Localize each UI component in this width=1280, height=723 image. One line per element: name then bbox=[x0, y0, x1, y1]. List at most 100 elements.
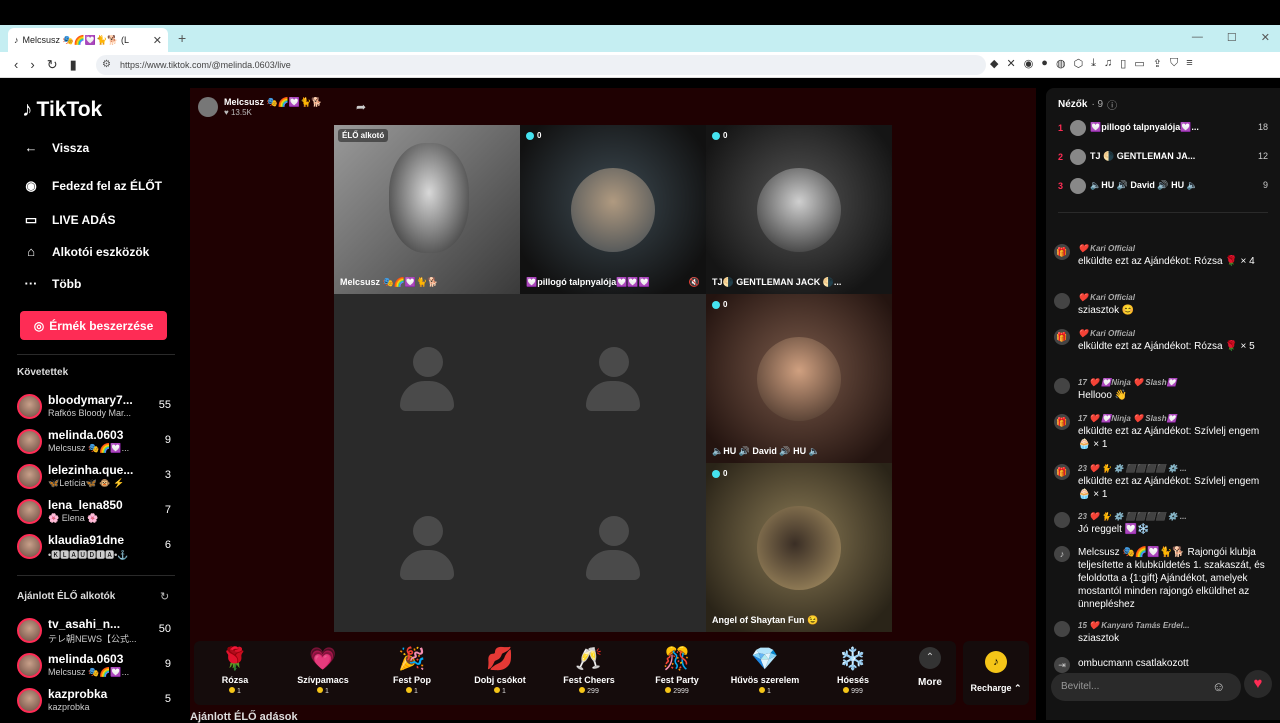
tiktok-logo[interactable]: ♪ TikTok bbox=[22, 98, 102, 122]
gift-item[interactable]: 💎 Hűvös szerelem 1 bbox=[724, 645, 806, 701]
tiktok-coin-icon: ♪ bbox=[985, 651, 1007, 673]
guest-video-cell[interactable]: 0 💟pillogó talpnyalója💟💟💟 🔇 bbox=[520, 125, 706, 294]
share-arrow-icon[interactable]: ➦ bbox=[356, 100, 366, 114]
message-user: 23 ❤️ 🐈 ⚙️ ⬛⬛⬛⬛ ⚙️ ... bbox=[1078, 464, 1187, 473]
site-settings-icon[interactable]: ⚙ bbox=[102, 59, 111, 70]
gift-item[interactable]: 🌹 Rózsa 1 bbox=[194, 645, 276, 701]
extension-icon[interactable]: ◆ bbox=[990, 57, 998, 70]
following-user[interactable]: klaudia91dne •🅺🅻🅰🆄🅳🅸🅰•⚓ 6 bbox=[17, 531, 177, 563]
empty-seat[interactable] bbox=[520, 294, 706, 463]
url-field[interactable]: ⚙ https://www.tiktok.com/@melinda.0603/l… bbox=[96, 55, 986, 75]
back-icon[interactable]: ‹ bbox=[14, 57, 18, 73]
more-label: Több bbox=[52, 276, 82, 291]
top-viewer-row[interactable]: 3 🔈HU 🔊 David 🔊 HU 🔈 9 bbox=[1058, 176, 1272, 198]
recharge-label: Recharge ⌃ bbox=[970, 683, 1022, 693]
browser-tab[interactable]: ♪ Melcsusz 🎭🌈💟🐈🐕 (L ✕ bbox=[8, 28, 168, 52]
user-name: lelezinha.que... bbox=[48, 463, 134, 477]
guest-name: 🔈HU 🔊 David 🔊 HU 🔈 bbox=[712, 446, 820, 456]
following-user[interactable]: lelezinha.que... 🦋Letícia🦋 🐵 ⚡ 3 bbox=[17, 461, 177, 493]
host-info[interactable]: Melcsusz 🎭🌈💟🐈🐕 ♥ 13.5K bbox=[198, 97, 323, 117]
recommended-title: Ajánlott ÉLŐ alkotók bbox=[17, 591, 116, 602]
logo-text: TikTok bbox=[36, 98, 103, 121]
top-viewer-row[interactable]: 1 💟pillogó talpnyalója💟... 18 bbox=[1058, 118, 1272, 140]
menu-icon[interactable]: ≡ bbox=[1186, 57, 1192, 70]
guest-avatar bbox=[571, 167, 655, 252]
chat-input-placeholder: Bevitel... bbox=[1061, 681, 1100, 692]
gift-item[interactable]: ❄️ Hóesés 999 bbox=[812, 645, 894, 701]
gift-item[interactable]: 🥂 Fest Cheers 299 bbox=[548, 645, 630, 701]
close-tab-icon[interactable]: ✕ bbox=[153, 34, 162, 47]
host-video-cell[interactable]: ÉLŐ alkotó Melcsusz 🎭🌈💟🐈🐕 bbox=[334, 125, 520, 294]
info-icon[interactable]: ⓘ bbox=[1107, 97, 1117, 112]
extension-icon[interactable]: ⬡ bbox=[1074, 57, 1084, 70]
wallet-icon[interactable]: ▭ bbox=[1134, 57, 1144, 70]
gift-price-value: 2999 bbox=[673, 688, 689, 695]
following-user[interactable]: melinda.0603 Melcsusz 🎭🌈💟... 9 bbox=[17, 426, 177, 458]
bookmark-icon[interactable]: ▮ bbox=[70, 57, 77, 73]
emoji-icon[interactable]: ☺ bbox=[1212, 679, 1225, 694]
chat-message[interactable]: 🎁 ❤️ Kari Official elküldte ezt az Ajánd… bbox=[1054, 244, 1274, 286]
following-user[interactable]: bloodymary7... Rafkós Bloody Mar... 55 bbox=[17, 391, 177, 423]
gift-price-value: 999 bbox=[851, 688, 863, 695]
maximize-button[interactable]: ☐ bbox=[1227, 31, 1237, 44]
explore-live-link[interactable]: ◉ Fedezd fel az ÉLŐT bbox=[22, 178, 162, 194]
like-heart-button[interactable]: ♥ bbox=[1244, 670, 1272, 698]
recommended-user[interactable]: melinda.0603 Melcsusz 🎭🌈💟... 9 bbox=[17, 650, 177, 682]
viewer-rank: 3 bbox=[1058, 181, 1064, 191]
reload-icon[interactable]: ↻ bbox=[47, 57, 58, 73]
chat-message[interactable]: 17 ❤️ 💟Ninja ❤️ Slash💟 Hellooo 👋 bbox=[1054, 378, 1274, 406]
guest-score: 0 bbox=[723, 131, 728, 140]
extension-icon[interactable]: ✕ bbox=[1006, 57, 1015, 70]
chat-message[interactable]: 🎁 23 ❤️ 🐈 ⚙️ ⬛⬛⬛⬛ ⚙️ ... elküldte ezt az… bbox=[1054, 464, 1274, 508]
recommended-user[interactable]: tv_asahi_n... テレ朝NEWS【公式... 50 bbox=[17, 615, 177, 647]
close-window-button[interactable]: ✕ bbox=[1261, 31, 1270, 44]
user-name: bloodymary7... bbox=[48, 393, 133, 407]
following-user[interactable]: lena_lena850 🌸 Elena 🌸 7 bbox=[17, 496, 177, 528]
viewer-count: 6 bbox=[164, 539, 171, 551]
viewer-score: 9 bbox=[1262, 180, 1268, 190]
empty-seat[interactable] bbox=[520, 463, 706, 632]
chat-message[interactable]: 🎁 ❤️ Kari Official elküldte ezt az Ajánd… bbox=[1054, 329, 1274, 371]
more-link[interactable]: ··· Több bbox=[22, 276, 82, 291]
share-icon[interactable]: ⇪ bbox=[1153, 57, 1162, 70]
recommended-user[interactable]: kazprobka kazprobka 5 bbox=[17, 685, 177, 717]
back-link[interactable]: ← Vissza bbox=[22, 140, 90, 155]
gift-item[interactable]: 🎊 Fest Party 2999 bbox=[636, 645, 718, 701]
live-link[interactable]: ▭ LIVE ADÁS bbox=[22, 212, 116, 228]
gift-price: 299 bbox=[548, 687, 630, 695]
coin-icon bbox=[494, 687, 501, 693]
chat-message[interactable]: 🎁 17 ❤️ 💟Ninja ❤️ Slash💟 elküldte ezt az… bbox=[1054, 414, 1274, 458]
chat-message[interactable]: 23 ❤️ 🐈 ⚙️ ⬛⬛⬛⬛ ⚙️ ... Jó reggelt 💟❄️ bbox=[1054, 512, 1274, 540]
guest-video-cell[interactable]: 0 TJ🌗 GENTLEMAN JACK 🌗... bbox=[706, 125, 892, 294]
empty-seat[interactable] bbox=[334, 463, 520, 632]
refresh-icon[interactable]: ↻ bbox=[160, 590, 169, 603]
sidebar-icon[interactable]: ▯ bbox=[1120, 57, 1126, 70]
forward-icon[interactable]: › bbox=[30, 57, 34, 73]
recharge-button[interactable]: ♪ Recharge ⌃ bbox=[963, 641, 1029, 705]
extension-icon[interactable]: ◍ bbox=[1056, 57, 1066, 70]
creator-tools-link[interactable]: ⌂ Alkotói eszközök bbox=[22, 244, 149, 259]
gift-item[interactable]: 💗 Szívpamacs 1 bbox=[282, 645, 364, 701]
download-icon[interactable]: ⤓ bbox=[1091, 57, 1096, 70]
gift-item[interactable]: 🎉 Fest Pop 1 bbox=[371, 645, 453, 701]
new-tab-button[interactable]: + bbox=[178, 30, 186, 46]
gift-price: 1 bbox=[724, 687, 806, 695]
empty-seat[interactable] bbox=[334, 294, 520, 463]
minimize-button[interactable]: — bbox=[1192, 31, 1203, 44]
extension-icon[interactable]: ● bbox=[1041, 57, 1048, 70]
get-coins-button[interactable]: ◎ Érmék beszerzése bbox=[20, 311, 167, 340]
shield-icon[interactable]: ⛉ bbox=[1170, 57, 1178, 70]
message-text: Jó reggelt 💟❄️ bbox=[1078, 524, 1150, 535]
gift-item[interactable]: 💋 Dobj csókot 1 bbox=[459, 645, 541, 701]
extension-icon[interactable]: ◉ bbox=[1024, 57, 1034, 70]
coin-icon bbox=[579, 687, 586, 693]
guest-video-cell[interactable]: 0 🔈HU 🔊 David 🔊 HU 🔈 bbox=[706, 294, 892, 463]
top-viewer-row[interactable]: 2 TJ 🌗 GENTLEMAN JA... 12 bbox=[1058, 147, 1272, 169]
more-gifts-button[interactable]: ⌃ More bbox=[910, 645, 950, 688]
chat-message[interactable]: ❤️ Kari Official sziasztok 😊 bbox=[1054, 293, 1274, 321]
avatar bbox=[1054, 378, 1070, 394]
chat-panel: Nézők · 9 ⓘ 1 💟pillogó talpnyalója💟... 1… bbox=[1046, 88, 1280, 720]
guest-video-cell[interactable]: 0 Angel of Shaytan Fun 😉 bbox=[706, 463, 892, 632]
music-icon[interactable]: ♫ bbox=[1104, 57, 1112, 70]
chat-message[interactable]: 15 ❤️ Kanyaró Tamás Erdel... sziasztok bbox=[1054, 621, 1274, 649]
